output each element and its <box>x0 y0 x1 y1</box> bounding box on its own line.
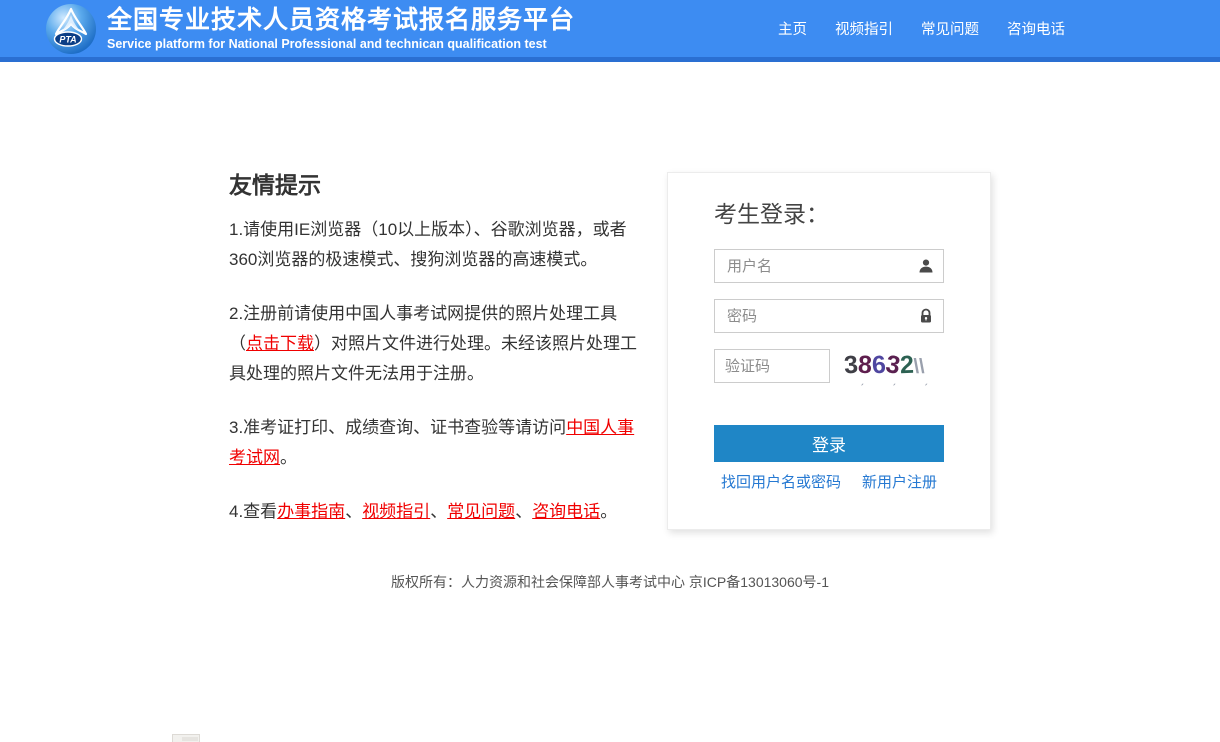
pta-logo-icon: PTA <box>45 3 97 55</box>
tip-paragraph: 4.查看办事指南、视频指引、常见问题、咨询电话。 <box>229 497 644 527</box>
header-titles: 全国专业技术人员资格考试报名服务平台 Service platform for … <box>107 6 575 51</box>
forgot-password-link[interactable]: 找回用户名或密码 <box>721 471 841 492</box>
captcha-row: ˏ ˏ ˏ 38632\\ <box>714 349 944 387</box>
footer: 版权所有：人力资源和社会保障部人事考试中心 京ICP备13013060号-1 <box>0 572 1220 592</box>
tip-paragraph: 2.注册前请使用中国人事考试网提供的照片处理工具（点击下载）对照片文件进行处理。… <box>229 299 644 389</box>
tips-heading: 友情提示 <box>229 172 644 199</box>
hotline-link[interactable]: 咨询电话 <box>532 502 600 521</box>
username-field <box>714 249 944 283</box>
site-title: 全国专业技术人员资格考试报名服务平台 <box>107 6 575 34</box>
copyright-text: 版权所有：人力资源和社会保障部人事考试中心 京ICP备13013060号-1 <box>391 574 829 590</box>
login-links: 找回用户名或密码 新用户注册 <box>714 462 944 492</box>
tips-list: 1.请使用IE浏览器（10以上版本）、谷歌浏览器，或者360浏览器的极速模式、搜… <box>229 215 644 527</box>
nav-hotline[interactable]: 咨询电话 <box>1007 18 1065 39</box>
nav-faq[interactable]: 常见问题 <box>921 18 979 39</box>
lock-icon <box>918 308 934 324</box>
nav-home[interactable]: 主页 <box>778 18 807 39</box>
login-button[interactable]: 登录 <box>714 425 944 462</box>
header: PTA 全国专业技术人员资格考试报名服务平台 Service platform … <box>0 0 1220 62</box>
cpta-site-link[interactable]: 中国人事考试网 <box>229 418 634 467</box>
login-panel: 考生登录： <box>667 172 991 530</box>
captcha-input[interactable] <box>714 349 830 383</box>
page: PTA 全国专业技术人员资格考试报名服务平台 Service platform … <box>0 0 1220 742</box>
password-input[interactable] <box>714 299 944 333</box>
header-brand: PTA 全国专业技术人员资格考试报名服务平台 Service platform … <box>45 3 575 55</box>
register-link[interactable]: 新用户注册 <box>862 471 937 492</box>
captcha-image[interactable]: ˏ ˏ ˏ 38632\\ <box>844 349 944 387</box>
svg-text:PTA: PTA <box>59 34 76 44</box>
download-link[interactable]: 点击下载 <box>246 334 314 353</box>
username-input[interactable] <box>714 249 944 283</box>
tip-paragraph: 1.请使用IE浏览器（10以上版本）、谷歌浏览器，或者360浏览器的极速模式、搜… <box>229 215 644 275</box>
captcha-char: 8 <box>857 350 872 381</box>
main-content: 友情提示 1.请使用IE浏览器（10以上版本）、谷歌浏览器，或者360浏览器的极… <box>229 172 991 530</box>
faq-link[interactable]: 常见问题 <box>447 502 515 521</box>
login-title: 考生登录： <box>714 201 944 227</box>
guide-link[interactable]: 办事指南 <box>277 502 345 521</box>
header-nav: 主页 视频指引 常见问题 咨询电话 <box>750 18 1065 39</box>
captcha-char: 2 <box>899 350 914 380</box>
captcha-field <box>714 349 830 383</box>
user-icon <box>918 258 934 274</box>
password-field <box>714 299 944 333</box>
site-subtitle: Service platform for National Profession… <box>107 37 575 51</box>
tip-paragraph: 3.准考证打印、成绩查询、证书查验等请访问中国人事考试网。 <box>229 413 644 473</box>
video-guide-link[interactable]: 视频指引 <box>362 502 430 521</box>
nav-video-guide[interactable]: 视频指引 <box>835 18 893 39</box>
cropped-bottom-artifact <box>172 734 200 742</box>
tips-section: 友情提示 1.请使用IE浏览器（10以上版本）、谷歌浏览器，或者360浏览器的极… <box>229 172 644 527</box>
